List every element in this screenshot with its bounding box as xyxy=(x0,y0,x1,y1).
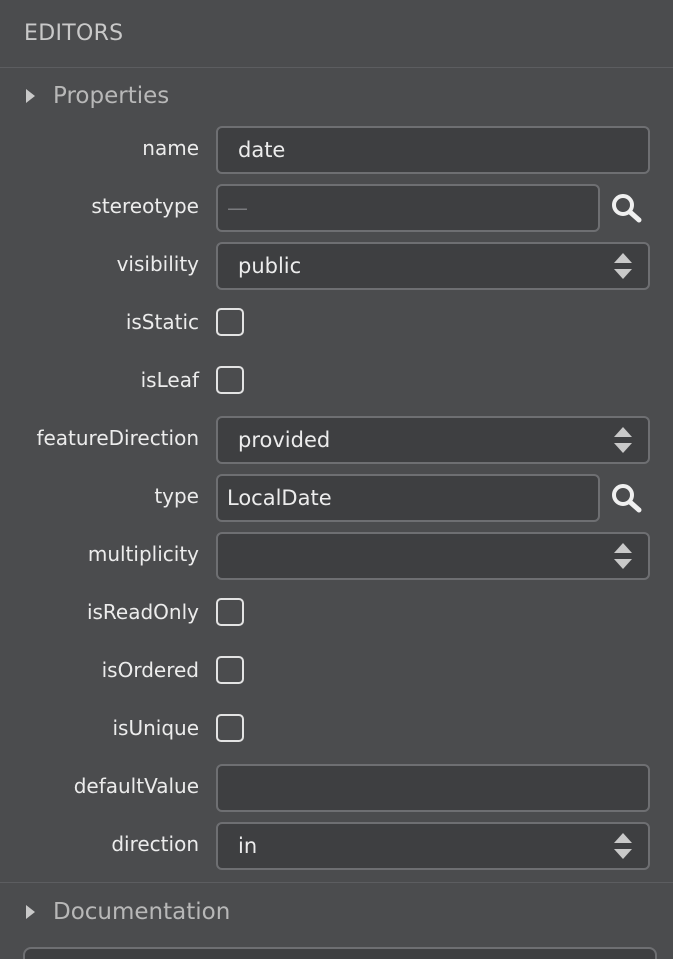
is-ordered-label: isOrdered xyxy=(101,658,199,682)
feature-direction-value: provided xyxy=(238,428,331,452)
up-down-arrows-icon xyxy=(614,543,632,569)
name-label: name xyxy=(142,136,199,160)
is-read-only-label: isReadOnly xyxy=(86,600,199,624)
is-ordered-row: isOrdered xyxy=(0,648,673,706)
up-down-arrows-icon xyxy=(614,427,632,453)
direction-label: direction xyxy=(111,832,199,856)
is-static-row: isStatic xyxy=(0,300,673,358)
search-icon xyxy=(612,484,642,513)
name-value: date xyxy=(238,138,286,162)
visibility-row: visibility public xyxy=(0,242,673,300)
properties-section-label: Properties xyxy=(53,83,170,109)
panel-title: EDITORS xyxy=(24,21,124,46)
documentation-section: Documentation xyxy=(0,884,673,940)
name-input[interactable]: date xyxy=(216,126,650,174)
default-value-label: defaultValue xyxy=(73,774,199,798)
search-icon xyxy=(612,194,642,223)
type-input[interactable]: LocalDate xyxy=(216,474,600,522)
type-value: LocalDate xyxy=(227,486,332,510)
visibility-label: visibility xyxy=(116,252,199,276)
is-static-checkbox[interactable] xyxy=(216,308,244,336)
section-divider xyxy=(0,882,673,883)
feature-direction-label: featureDirection xyxy=(36,426,199,450)
panel-header: EDITORS xyxy=(0,0,673,68)
stereotype-label: stereotype xyxy=(91,194,199,218)
direction-row: direction in xyxy=(0,822,673,880)
editors-panel: EDITORS Properties name date stereotype … xyxy=(0,0,673,959)
up-down-arrows-icon xyxy=(614,833,632,859)
feature-direction-select[interactable]: provided xyxy=(216,416,650,464)
name-row: name date xyxy=(0,126,673,184)
visibility-value: public xyxy=(238,254,302,278)
properties-section-toggle[interactable]: Properties xyxy=(0,68,673,124)
triangle-right-icon xyxy=(26,905,35,919)
documentation-section-toggle[interactable]: Documentation xyxy=(0,884,673,940)
multiplicity-select[interactable] xyxy=(216,532,650,580)
up-down-arrows-icon xyxy=(614,253,632,279)
properties-form: name date stereotype — visibility public xyxy=(0,126,673,880)
documentation-textarea[interactable] xyxy=(23,947,657,959)
is-ordered-checkbox[interactable] xyxy=(216,656,244,684)
is-leaf-checkbox[interactable] xyxy=(216,366,244,394)
type-search-button[interactable] xyxy=(610,483,644,513)
direction-select[interactable]: in xyxy=(216,822,650,870)
visibility-select[interactable]: public xyxy=(216,242,650,290)
is-leaf-label: isLeaf xyxy=(140,368,199,392)
type-label: type xyxy=(154,484,199,508)
stereotype-input[interactable]: — xyxy=(216,184,600,232)
stereotype-search-button[interactable] xyxy=(610,193,644,223)
triangle-right-icon xyxy=(26,89,35,103)
is-leaf-row: isLeaf xyxy=(0,358,673,416)
feature-direction-row: featureDirection provided xyxy=(0,416,673,474)
is-read-only-row: isReadOnly xyxy=(0,590,673,648)
direction-value: in xyxy=(238,834,258,858)
is-static-label: isStatic xyxy=(125,310,199,334)
stereotype-placeholder: — xyxy=(227,196,248,220)
is-unique-checkbox[interactable] xyxy=(216,714,244,742)
documentation-section-label: Documentation xyxy=(53,899,231,925)
multiplicity-row: multiplicity xyxy=(0,532,673,590)
is-unique-row: isUnique xyxy=(0,706,673,764)
is-read-only-checkbox[interactable] xyxy=(216,598,244,626)
is-unique-label: isUnique xyxy=(112,716,199,740)
default-value-input[interactable] xyxy=(216,764,650,812)
default-value-row: defaultValue xyxy=(0,764,673,822)
multiplicity-label: multiplicity xyxy=(87,542,199,566)
stereotype-row: stereotype — xyxy=(0,184,673,242)
type-row: type LocalDate xyxy=(0,474,673,532)
